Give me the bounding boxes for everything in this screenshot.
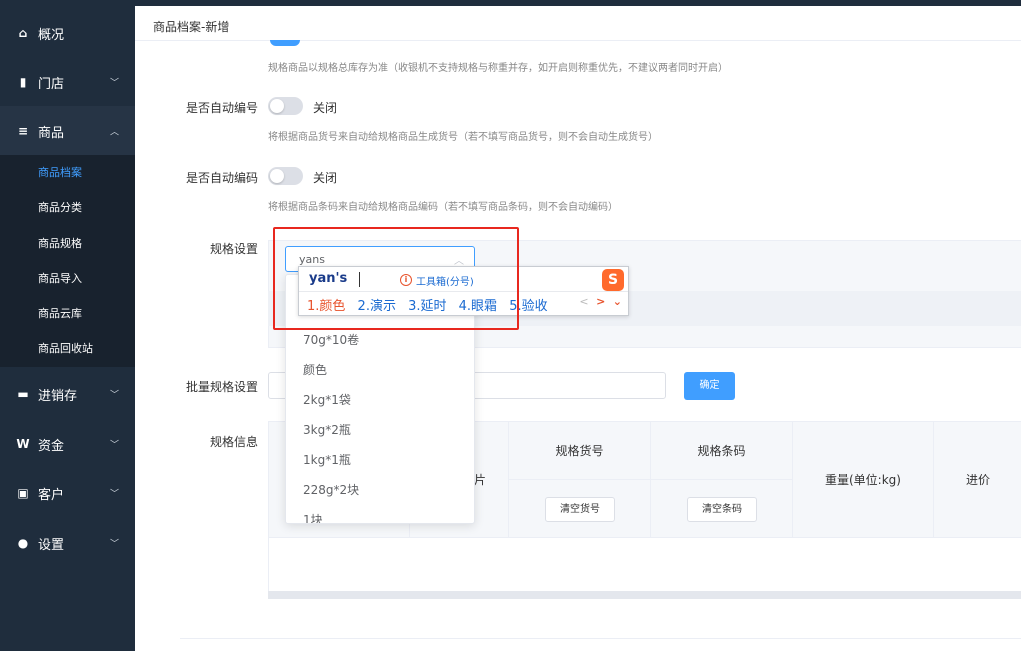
sidebar-item-label: 设置: [38, 537, 65, 553]
chevron-up-icon: ︿: [109, 127, 119, 138]
submenu-item-goods-recycle[interactable]: 商品回收站: [0, 331, 135, 366]
col-sku-header: 规格货号: [509, 422, 651, 480]
submenu-item-goods-category[interactable]: 商品分类: [0, 190, 135, 225]
sidebar-item-settings[interactable]: ● 设置 ﹀: [0, 518, 135, 568]
spec-switch-on[interactable]: [270, 40, 300, 46]
ime-page-nav: < > ⌄: [575, 295, 622, 308]
chevron-left-icon[interactable]: <: [579, 295, 588, 308]
batch-spec-label: 批量规格设置: [185, 380, 258, 394]
spec-info-label: 规格信息: [209, 435, 258, 449]
sidebar-item-goods[interactable]: ≡ 商品 ︿: [0, 106, 135, 156]
home-icon: ⌂: [18, 26, 28, 40]
sidebar-item-label: 商品: [38, 125, 65, 141]
gear-icon: ●: [17, 536, 29, 550]
dropdown-option[interactable]: 228g*2块: [286, 475, 474, 505]
auto-code-label: 是否自动编码: [185, 171, 258, 185]
auto-number-hint: 将根据商品货号来自动给规格商品生成货号（若不填写商品货号，则不会自动生成货号）: [268, 132, 658, 143]
dropdown-option[interactable]: 3kg*2瓶: [286, 415, 474, 445]
annotation-highlight-box: [273, 227, 519, 330]
truck-icon: ▬: [17, 387, 29, 401]
sidebar-item-customer[interactable]: ▣ 客户 ﹀: [0, 468, 135, 518]
auto-code-state: 关闭: [313, 171, 338, 185]
dropdown-option[interactable]: 1kg*1瓶: [286, 445, 474, 475]
partial-header-text: 片: [474, 473, 487, 487]
chevron-down-icon: ﹀: [109, 539, 119, 550]
sidebar: ⌂ 概况 ▮ 门店 ﹀ ≡ 商品 ︿ 商品档案 商品分类 商品规格 商品导入 商…: [0, 0, 135, 651]
sidebar-item-funds[interactable]: W 资金 ﹀: [0, 419, 135, 469]
col-weight-header: 重量(单位:kg): [793, 422, 934, 538]
chevron-down-icon: ﹀: [109, 489, 119, 500]
yen-icon: W: [16, 437, 30, 451]
sidebar-item-overview[interactable]: ⌂ 概况: [0, 8, 135, 58]
id-card-icon: ▣: [17, 486, 29, 500]
col-cost-header: 进价: [934, 422, 1021, 538]
auto-number-switch[interactable]: [268, 97, 303, 115]
sidebar-item-label: 客户: [38, 487, 65, 503]
table-scrollbar[interactable]: [268, 591, 1021, 599]
dropdown-option[interactable]: 颜色: [286, 355, 474, 385]
submenu-item-goods-archive[interactable]: 商品档案: [0, 155, 135, 190]
clear-barcode-button[interactable]: 清空条码: [687, 497, 757, 522]
divider: [135, 40, 1021, 41]
list-icon: ≡: [17, 124, 29, 138]
chevron-down-icon[interactable]: ⌄: [613, 295, 622, 308]
sidebar-item-inventory[interactable]: ▬ 进销存 ﹀: [0, 369, 135, 419]
sogou-logo-icon: S: [602, 269, 624, 291]
divider: [180, 638, 1021, 639]
dropdown-option[interactable]: 2kg*1袋: [286, 385, 474, 415]
submenu-item-goods-cloud[interactable]: 商品云库: [0, 296, 135, 331]
auto-code-hint: 将根据商品条码来自动给规格商品编码（若不填写商品条码，则不会自动编码）: [268, 202, 618, 213]
breadcrumb: 商品档案-新增: [153, 20, 230, 34]
col-barcode-header: 规格条码: [651, 422, 793, 480]
spec-settings-label: 规格设置: [209, 242, 258, 256]
top-bar: [135, 0, 1021, 6]
chevron-down-icon: ﹀: [109, 78, 119, 89]
auto-number-state: 关闭: [313, 101, 338, 115]
sidebar-item-label: 进销存: [38, 388, 78, 404]
dropdown-option[interactable]: 1块: [286, 505, 474, 523]
sidebar-item-label: 概况: [38, 27, 65, 43]
confirm-button[interactable]: 确定: [684, 372, 735, 400]
auto-number-label: 是否自动编号: [185, 101, 258, 115]
auto-code-switch[interactable]: [268, 167, 303, 185]
goods-submenu: 商品档案 商品分类 商品规格 商品导入 商品云库 商品回收站: [0, 155, 135, 367]
clear-sku-button[interactable]: 清空货号: [545, 497, 615, 522]
submenu-item-goods-spec[interactable]: 商品规格: [0, 226, 135, 261]
chevron-right-icon[interactable]: >: [596, 295, 605, 308]
sidebar-item-store[interactable]: ▮ 门店 ﹀: [0, 57, 135, 107]
store-icon: ▮: [19, 75, 27, 89]
sidebar-item-label: 门店: [38, 76, 65, 92]
chevron-down-icon: ﹀: [109, 390, 119, 401]
submenu-item-goods-import[interactable]: 商品导入: [0, 261, 135, 296]
spec-hint: 规格商品以规格总库存为准（收银机不支持规格与称重并存，如开启则称重优先，不建议两…: [268, 63, 728, 74]
chevron-down-icon: ﹀: [109, 440, 119, 451]
sidebar-item-label: 资金: [38, 438, 65, 454]
